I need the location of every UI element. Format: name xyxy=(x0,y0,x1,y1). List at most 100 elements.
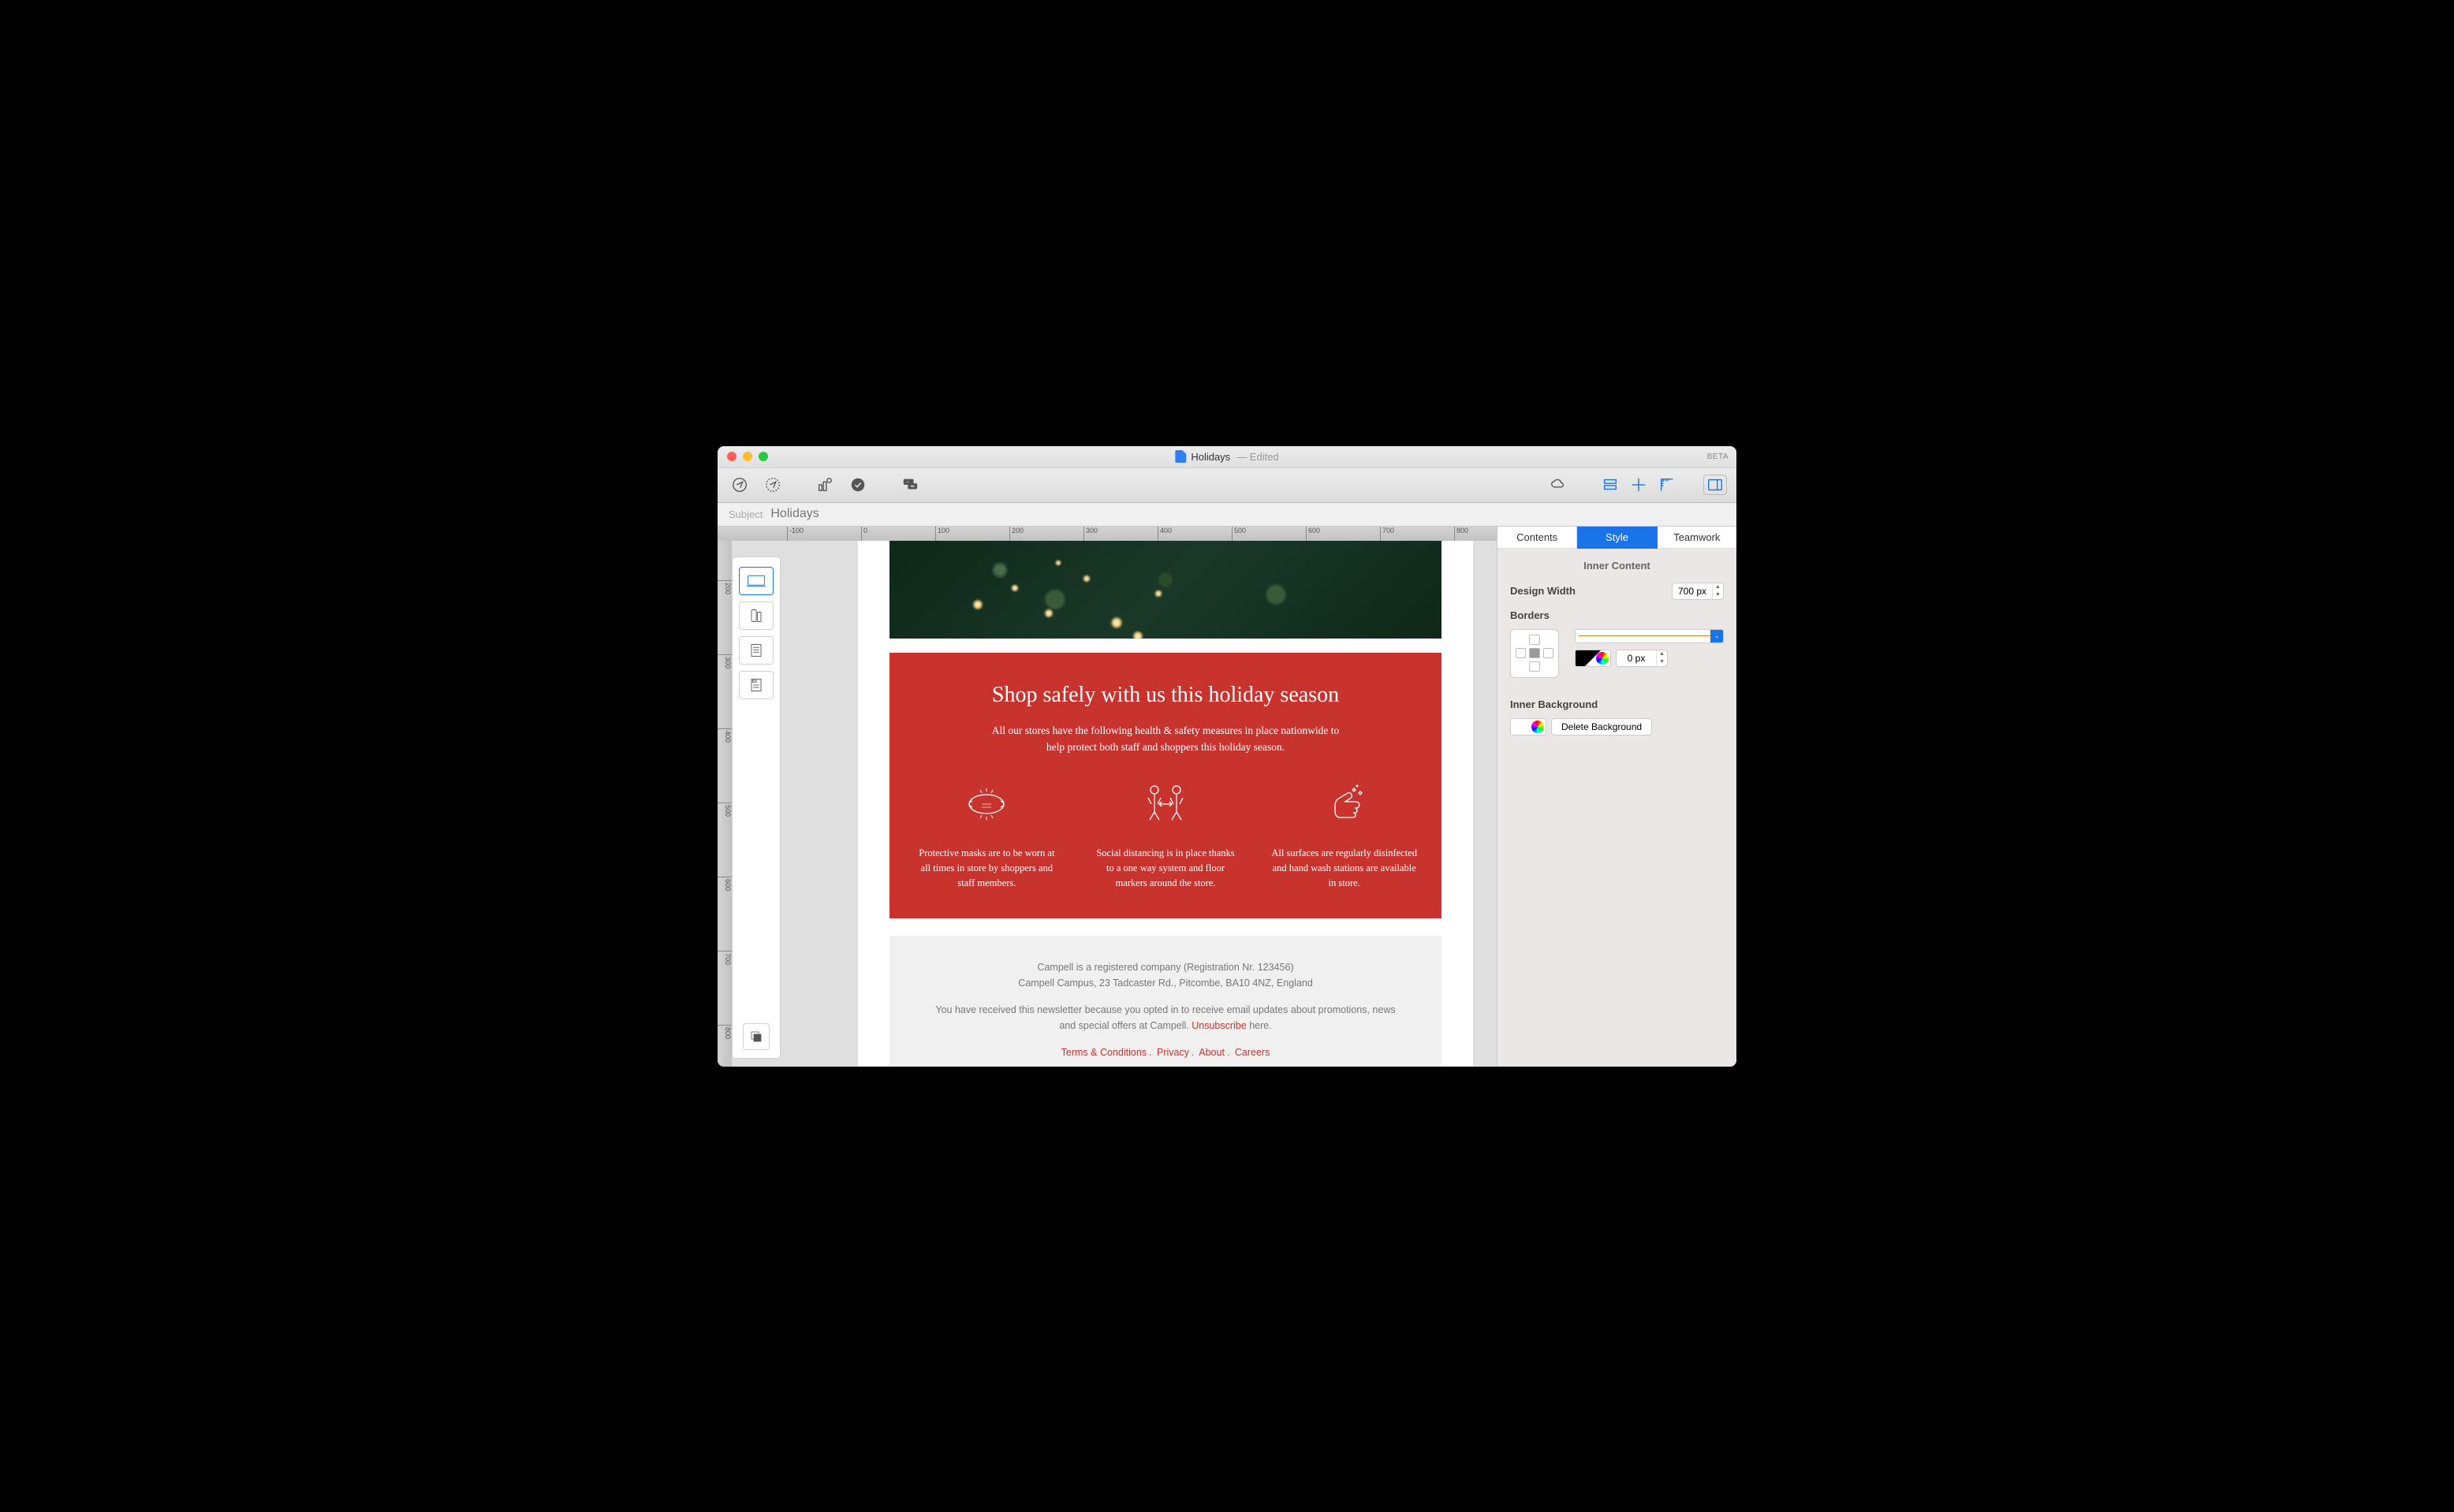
ruler-tick: 700 xyxy=(718,951,732,965)
toolbar xyxy=(718,468,1736,503)
border-bottom[interactable] xyxy=(1529,661,1539,672)
ruler-tick: 500 xyxy=(1232,527,1246,541)
canvas-pane: -100 0 100 200 300 400 500 600 700 800 2… xyxy=(718,527,1497,1067)
stepper-up[interactable]: ▲ xyxy=(1713,583,1723,591)
ruler-tick: 700 xyxy=(1380,527,1394,541)
ruler-tick: 400 xyxy=(718,728,732,743)
careers-link[interactable]: Careers xyxy=(1235,1047,1270,1058)
safety-headline: Shop safely with us this holiday season xyxy=(913,683,1418,708)
ruler-tick: -100 xyxy=(787,527,804,541)
border-all[interactable] xyxy=(1529,648,1539,658)
hero-image-block[interactable] xyxy=(889,541,1441,639)
footer-here: here. xyxy=(1247,1020,1272,1031)
beta-badge: BETA xyxy=(1707,452,1729,461)
ruler-tick: 300 xyxy=(1083,527,1098,541)
border-width-stepper[interactable]: ▲▼ xyxy=(1616,650,1668,667)
subject-bar: Subject Holidays xyxy=(718,503,1736,527)
subject-label: Subject xyxy=(729,508,763,520)
safety-subtext: All our stores have the following health… xyxy=(984,722,1347,756)
footer-optin-text: You have received this newsletter becaus… xyxy=(935,1004,1395,1031)
ruler-tick: 100 xyxy=(935,527,949,541)
ruler-tick: 400 xyxy=(1158,527,1172,541)
terms-link[interactable]: Terms & Conditions xyxy=(1061,1047,1147,1058)
ruler-tick: 200 xyxy=(1009,527,1024,541)
about-link[interactable]: About xyxy=(1199,1047,1225,1058)
email-footer[interactable]: Campell is a registered company (Registr… xyxy=(889,936,1441,1067)
inspector-panel: Contents Style Teamwork Inner Content De… xyxy=(1497,527,1736,1067)
source-preview-button[interactable] xyxy=(739,671,774,699)
safety-column-text: All surfaces are regularly disinfected a… xyxy=(1270,846,1418,892)
tab-teamwork[interactable]: Teamwork xyxy=(1658,527,1736,549)
layers-button[interactable] xyxy=(743,1023,770,1050)
inner-background-heading: Inner Background xyxy=(1510,698,1724,710)
safety-column-text: Protective masks are to be worn at all t… xyxy=(913,846,1061,892)
canvas-scroll[interactable]: Shop safely with us this holiday season … xyxy=(718,541,1497,1067)
ruler-tick: 600 xyxy=(718,877,732,891)
style-panel: Inner Content Design Width ▲▼ Borders xyxy=(1497,549,1736,747)
inner-content-heading: Inner Content xyxy=(1510,560,1724,572)
rulers-button[interactable] xyxy=(1654,472,1680,497)
safety-column-clean: All surfaces are regularly disinfected a… xyxy=(1270,776,1418,892)
footer-links: Terms & Conditions. Privacy. About. Care… xyxy=(929,1045,1402,1060)
layout-view-button[interactable] xyxy=(1598,472,1623,497)
color-wheel-icon xyxy=(1596,652,1609,665)
cloud-sync-button[interactable] xyxy=(1546,472,1571,497)
border-side-picker[interactable] xyxy=(1510,629,1559,678)
analytics-button[interactable] xyxy=(812,472,837,497)
toggle-inspector-button[interactable] xyxy=(1703,475,1727,495)
unsubscribe-link[interactable]: Unsubscribe xyxy=(1192,1020,1246,1031)
background-color-swatch[interactable] xyxy=(1510,718,1546,736)
border-style-dropdown[interactable]: ⌄ xyxy=(1575,629,1724,643)
border-top[interactable] xyxy=(1529,635,1539,645)
border-left[interactable] xyxy=(1516,648,1526,658)
traffic-lights xyxy=(718,452,768,461)
send-preview-button[interactable] xyxy=(727,472,752,497)
tab-contents[interactable]: Contents xyxy=(1497,527,1577,549)
safety-column-distance: Social distancing is in place thanks to … xyxy=(1092,776,1240,892)
ruler-tick: 500 xyxy=(718,803,732,817)
ruler-tick: 0 xyxy=(861,527,867,541)
app-window: Holidays — Edited BETA Subject Holidays xyxy=(718,446,1736,1067)
mobile-preview-button[interactable] xyxy=(739,601,774,630)
minimize-window-button[interactable] xyxy=(743,452,752,461)
handwash-icon xyxy=(1316,776,1373,832)
footer-address: Campell Campus, 23 Tadcaster Rd., Pitcom… xyxy=(1018,978,1313,989)
ruler-tick: 200 xyxy=(718,580,732,594)
border-right[interactable] xyxy=(1543,648,1553,658)
design-width-stepper[interactable]: ▲▼ xyxy=(1672,583,1724,600)
send-button[interactable] xyxy=(760,472,785,497)
ruler-tick: 300 xyxy=(718,654,732,668)
document-icon xyxy=(1175,450,1186,463)
comments-button[interactable] xyxy=(897,472,923,497)
text-preview-button[interactable] xyxy=(739,636,774,665)
stepper-up[interactable]: ▲ xyxy=(1657,650,1667,658)
horizontal-ruler: -100 0 100 200 300 400 500 600 700 800 xyxy=(718,527,1497,541)
stepper-down[interactable]: ▼ xyxy=(1657,658,1667,666)
guides-button[interactable] xyxy=(1626,472,1651,497)
subject-value[interactable]: Holidays xyxy=(770,507,819,521)
border-color-swatch[interactable] xyxy=(1575,650,1611,667)
stepper-down[interactable]: ▼ xyxy=(1713,591,1723,599)
validate-button[interactable] xyxy=(845,472,871,497)
desktop-preview-button[interactable] xyxy=(739,567,774,595)
window-title: Holidays — Edited xyxy=(1175,450,1278,463)
footer-registration: Campell is a registered company (Registr… xyxy=(1037,962,1293,973)
design-width-input[interactable] xyxy=(1673,586,1712,597)
titlebar: Holidays — Edited BETA xyxy=(718,446,1736,468)
safety-section[interactable]: Shop safely with us this holiday season … xyxy=(889,653,1441,918)
ruler-tick: 800 xyxy=(1454,527,1468,541)
tab-style[interactable]: Style xyxy=(1577,527,1657,549)
document-filename: Holidays xyxy=(1191,451,1230,463)
email-canvas[interactable]: Shop safely with us this holiday season … xyxy=(858,541,1473,1067)
mask-icon xyxy=(958,776,1015,832)
ruler-tick: 800 xyxy=(718,1025,732,1039)
delete-background-button[interactable]: Delete Background xyxy=(1551,718,1652,736)
safety-column-text: Social distancing is in place thanks to … xyxy=(1092,846,1240,892)
zoom-window-button[interactable] xyxy=(759,452,768,461)
design-width-label: Design Width xyxy=(1510,585,1664,597)
vertical-ruler: 200 300 400 500 600 700 800 xyxy=(718,541,732,1067)
device-preview-rail xyxy=(732,557,781,1059)
close-window-button[interactable] xyxy=(727,452,737,461)
privacy-link[interactable]: Privacy xyxy=(1157,1047,1189,1058)
border-width-input[interactable] xyxy=(1617,653,1656,664)
